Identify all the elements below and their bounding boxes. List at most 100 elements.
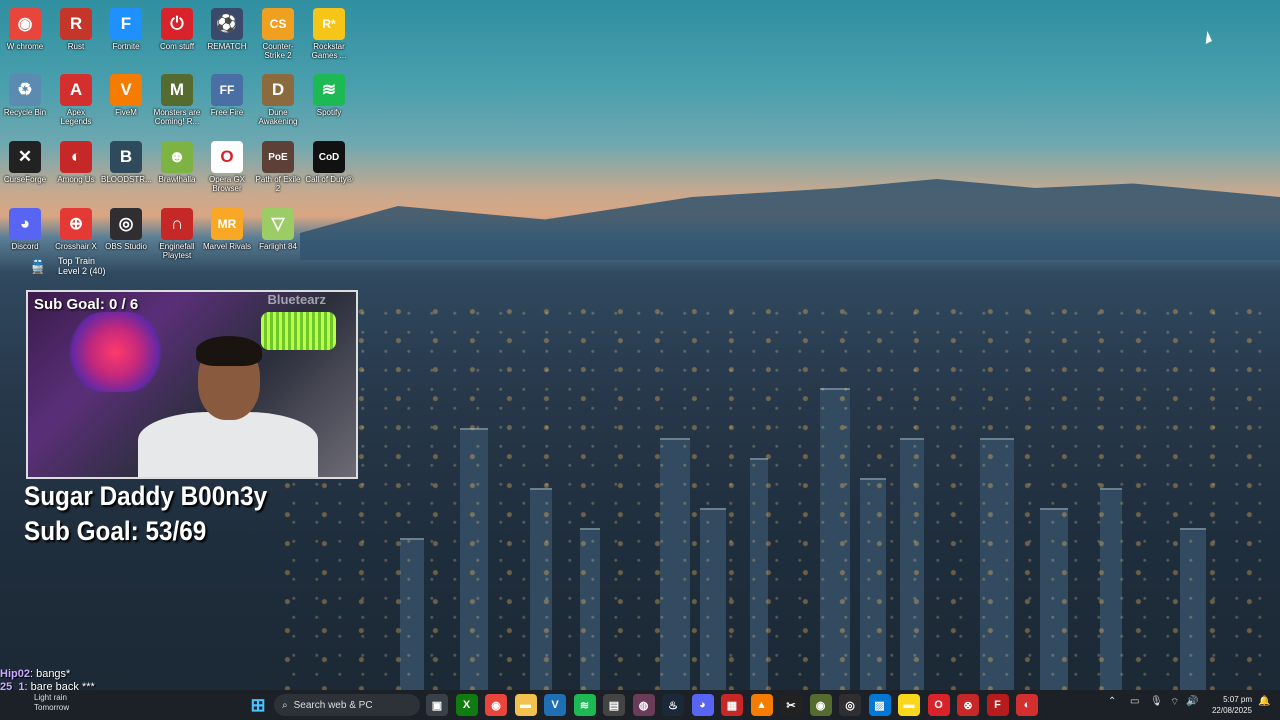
start-button-windows-icon[interactable]: ⊞ (247, 694, 269, 716)
app5-icon[interactable]: ⊗ (957, 694, 979, 716)
desktop-icon-label: Counter-Strike 2 (262, 42, 294, 60)
train-level: Level 2 (40) (58, 266, 106, 276)
crosshair-x-icon: ⊕ (60, 208, 92, 240)
app4-icon[interactable]: ◉ (809, 694, 832, 716)
network-tray-icon[interactable]: ▭ (1130, 696, 1139, 707)
poe2-icon: PoE (262, 141, 294, 173)
task-view-icon[interactable]: ▣ (426, 694, 448, 716)
app7-icon[interactable]: ◐ (1016, 694, 1038, 716)
volume-icon[interactable]: 🔊 (1186, 696, 1198, 707)
desktop-icon[interactable]: V FiveM (101, 70, 151, 132)
desktop-icon-label: Marvel Rivals (202, 242, 251, 251)
desktop-icon[interactable]: ▽ Farlight 84 (253, 204, 303, 266)
desktop-icon-label: Apex Legends (60, 108, 92, 126)
microphone-icon[interactable]: 🎙 (1150, 696, 1163, 707)
obs-icon[interactable]: ◎ (839, 694, 861, 716)
desktop-icon-label: CurseForge (3, 175, 47, 184)
dune-icon: D (262, 74, 294, 106)
brawlhalla-icon: ☻ (161, 141, 193, 173)
notification-bell-icon[interactable]: 🔔 (1258, 696, 1270, 707)
desktop-icon-label: Monsters are Coming! R... (153, 108, 201, 126)
opera-gx-icon: O (211, 141, 243, 173)
app-icon[interactable]: ▤ (603, 694, 625, 716)
desktop-icon-label: Dune Awakening (258, 108, 298, 126)
desktop-icon-label: Discord (11, 242, 39, 251)
desktop-icon[interactable]: F Fortnite (101, 4, 151, 66)
desktop-icon-label: Free Fire (210, 108, 244, 117)
streamer (138, 336, 318, 477)
file-explorer-icon[interactable]: ▬ (514, 694, 537, 716)
spotify-icon[interactable]: ≋ (573, 694, 596, 716)
app6-icon[interactable]: F (986, 694, 1009, 716)
desktop-icon[interactable]: O Opera GX Browser (202, 137, 252, 199)
desktop-icon-label: Opera GX Browser (208, 175, 245, 193)
desktop-icon[interactable]: PoE Path of Exile 2 (253, 137, 303, 199)
desktop-icon[interactable]: D Dune Awakening (253, 70, 303, 132)
vscode-icon[interactable]: V (544, 694, 566, 716)
discord-icon[interactable]: ◕ (691, 694, 714, 716)
weather-widget[interactable]: Light rain Tomorrow (34, 693, 69, 713)
desktop-icon-label: Call of Duty® (305, 175, 353, 184)
fivem-icon: V (110, 74, 142, 106)
chat-line: Hip02: bangs* (0, 668, 71, 680)
spotify-icon: ≋ (313, 74, 345, 106)
desktop-icon[interactable]: CoD Call of Duty® (304, 137, 354, 199)
steam-icon[interactable]: ♨ (662, 694, 684, 716)
rust-icon: R (60, 8, 92, 40)
vlc-icon[interactable]: ▲ (750, 694, 773, 716)
sub-goal-text: Sub Goal: 53/69 (24, 516, 207, 546)
rockstar-icon: R* (313, 8, 345, 40)
desktop-icon-label: FiveM (115, 108, 137, 117)
wifi-icon[interactable]: ⌔ (1170, 696, 1179, 709)
enginefall-icon: ∩ (161, 208, 193, 240)
desktop-icon-label: Crosshair X (55, 242, 97, 251)
desktop-icon[interactable]: R* Rockstar Games ... (304, 4, 354, 66)
desktop-icon[interactable]: MR Marvel Rivals (202, 204, 252, 266)
donation-name: Sugar Daddy B00n3y (24, 481, 268, 511)
app2-icon[interactable]: ◍ (632, 694, 655, 716)
desktop-icon[interactable]: R Rust (51, 4, 101, 66)
marvel-rivals-icon: MR (211, 208, 243, 240)
xbox-icon[interactable]: X (455, 694, 478, 716)
desktop-icon[interactable]: ≋ Spotify (304, 70, 354, 132)
fortnite-icon: F (110, 8, 142, 40)
recycle-bin-icon: ♻ (9, 74, 41, 106)
weather-day: Tomorrow (34, 703, 70, 712)
desktop-icon[interactable]: ◉ W chrome (0, 4, 50, 66)
photos-icon[interactable]: ▨ (868, 694, 891, 716)
chrome-icon[interactable]: ◉ (485, 694, 507, 716)
obs-icon: ◎ (110, 208, 142, 240)
desktop-icon[interactable]: B BLOODSTR... (101, 137, 152, 199)
bloodstrike-icon: B (110, 141, 142, 173)
desktop-icon-label: Rust (67, 42, 85, 51)
desktop-icon[interactable]: CS Counter-Strike 2 (253, 4, 303, 66)
desktop-icon[interactable]: ∩ Enginefall Playtest (152, 204, 202, 266)
desktop-icon[interactable]: FF Free Fire (202, 70, 252, 132)
desktop-icon[interactable]: ✕ CurseForge (0, 137, 50, 199)
desktop-icon-label: BLOODSTR... (101, 175, 152, 184)
mouse-cursor-icon (1201, 31, 1212, 44)
clock-time: 5:07 pm (1223, 695, 1252, 704)
desktop-icon[interactable]: A Apex Legends (51, 70, 101, 132)
sticky-notes-icon[interactable]: ▬ (898, 694, 920, 716)
desktop-icon[interactable]: ♻ Recycle Bin (0, 70, 50, 132)
desktop-icon[interactable]: ◐ Among Us (51, 137, 101, 199)
search-box[interactable]: ⌕ Search web & PC (274, 694, 420, 716)
desktop-icon[interactable]: ⚽ REMATCH (202, 4, 252, 66)
power-icon: ⏻ (161, 8, 193, 40)
desktop-icon[interactable]: ◎ OBS Studio (101, 204, 151, 266)
clock[interactable]: 5:07 pm 22/08/2025 (1200, 694, 1252, 716)
desktop-icon[interactable]: M Monsters are Coming! R... (152, 70, 202, 132)
top-train-widget: 🚆 Top Train Level 2 (40) (28, 256, 106, 276)
search-placeholder: Search web & PC (293, 699, 373, 711)
clock-date: 22/08/2025 (1211, 706, 1252, 715)
app3-icon[interactable]: ▦ (721, 694, 743, 716)
tray-overflow-chevron-icon[interactable]: ⌃ (1108, 696, 1116, 707)
call-of-duty-icon: CoD (313, 141, 345, 173)
among-us-icon: ◐ (60, 141, 92, 173)
opera-gx-icon[interactable]: O (927, 694, 950, 716)
desktop-icon[interactable]: ☻ Brawlhalla (152, 137, 202, 199)
desktop-icon[interactable]: ⏻ Com stuff (152, 4, 202, 66)
capcut-icon[interactable]: ✂ (780, 694, 802, 716)
desktop-icon-label: Among Us (57, 175, 95, 184)
